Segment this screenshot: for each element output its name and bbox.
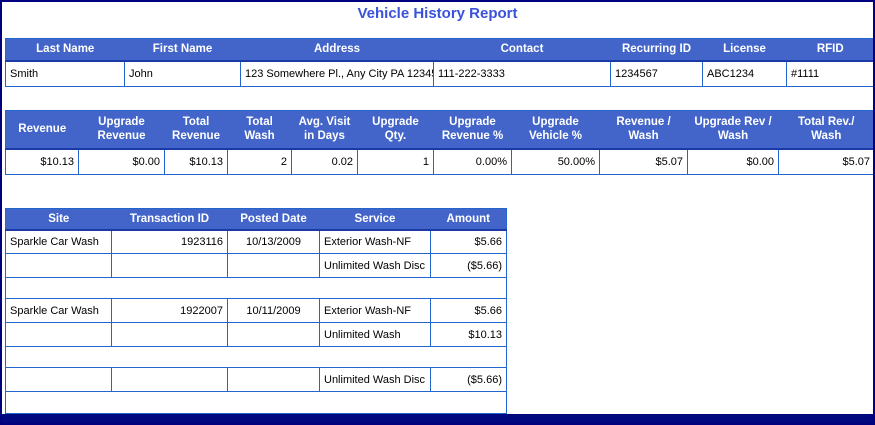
cell-license: ABC1234 xyxy=(703,61,787,87)
summary-header-row: Revenue Upgrade Revenue Total Revenue To… xyxy=(6,111,875,149)
cell-first-name: John xyxy=(125,61,241,87)
header-total-wash: Total Wash xyxy=(228,111,292,149)
header-upgrade-qty: Upgrade Qty. xyxy=(358,111,434,149)
cell-posted-date xyxy=(228,254,320,278)
cell-site xyxy=(6,323,112,347)
header-upgrade-revenue: Upgrade Revenue xyxy=(79,111,165,149)
summary-data-row: $10.13 $0.00 $10.13 2 0.02 1 0.00% 50.00… xyxy=(6,149,875,175)
cell-transaction-id: 1922007 xyxy=(112,299,228,323)
header-revenue: Revenue xyxy=(6,111,79,149)
transaction-row: Sparkle Car Wash 1923116 10/13/2009 Exte… xyxy=(6,230,507,254)
cell-contact: 111-222-3333 xyxy=(434,61,611,87)
spacer-row xyxy=(6,347,507,368)
cell-amount: ($5.66) xyxy=(431,368,507,392)
header-upgrade-vehicle-pct: Upgrade Vehicle % xyxy=(512,111,600,149)
cell-upgrade-revenue-pct: 0.00% xyxy=(434,149,512,175)
header-avg-visit-in-days: Avg. Visit in Days xyxy=(292,111,358,149)
cell-address: 123 Somewhere Pl., Any City PA 12345 xyxy=(241,61,434,87)
page-title: Vehicle History Report xyxy=(2,5,873,22)
header-upgrade-rev-per-wash: Upgrade Rev / Wash xyxy=(688,111,779,149)
header-contact: Contact xyxy=(434,39,611,61)
header-license: License xyxy=(703,39,787,61)
cell-amount: $5.66 xyxy=(431,299,507,323)
cell-total-rev-per-wash: $5.07 xyxy=(779,149,875,175)
header-amount: Amount xyxy=(431,209,507,230)
customer-header-row: Last Name First Name Address Contact Rec… xyxy=(6,39,875,61)
transaction-row: Unlimited Wash Disc ($5.66) xyxy=(6,368,507,392)
cell-service: Unlimited Wash xyxy=(320,323,431,347)
cell-service: Exterior Wash-NF xyxy=(320,299,431,323)
transaction-row: Sparkle Car Wash 1922007 10/11/2009 Exte… xyxy=(6,299,507,323)
cell-revenue-per-wash: $5.07 xyxy=(600,149,688,175)
header-last-name: Last Name xyxy=(6,39,125,61)
header-total-rev-per-wash: Total Rev./ Wash xyxy=(779,111,875,149)
transactions-table: Site Transaction ID Posted Date Service … xyxy=(5,208,507,414)
cell-rfid: #1111 xyxy=(787,61,875,87)
cell-posted-date xyxy=(228,368,320,392)
header-revenue-per-wash: Revenue / Wash xyxy=(600,111,688,149)
cell-site xyxy=(6,254,112,278)
revenue-summary-table: Revenue Upgrade Revenue Total Revenue To… xyxy=(5,110,875,175)
cell-transaction-id: 1923116 xyxy=(112,230,228,254)
cell-site xyxy=(6,368,112,392)
header-site: Site xyxy=(6,209,112,230)
cell-posted-date xyxy=(228,323,320,347)
cell-upgrade-rev-per-wash: $0.00 xyxy=(688,149,779,175)
cell-upgrade-qty: 1 xyxy=(358,149,434,175)
cell-amount: $5.66 xyxy=(431,230,507,254)
bottom-navy-bar xyxy=(0,414,875,425)
header-recurring-id: Recurring ID xyxy=(611,39,703,61)
cell-upgrade-vehicle-pct: 50.00% xyxy=(512,149,600,175)
header-service: Service xyxy=(320,209,431,230)
cell-amount: ($5.66) xyxy=(431,254,507,278)
header-posted-date: Posted Date xyxy=(228,209,320,230)
cell-avg-visit-in-days: 0.02 xyxy=(292,149,358,175)
customer-data-row: Smith John 123 Somewhere Pl., Any City P… xyxy=(6,61,875,87)
cell-service: Unlimited Wash Disc xyxy=(320,368,431,392)
cell-site: Sparkle Car Wash xyxy=(6,299,112,323)
cell-site: Sparkle Car Wash xyxy=(6,230,112,254)
cell-total-wash: 2 xyxy=(228,149,292,175)
cell-service: Exterior Wash-NF xyxy=(320,230,431,254)
header-upgrade-revenue-pct: Upgrade Revenue % xyxy=(434,111,512,149)
header-total-revenue: Total Revenue xyxy=(165,111,228,149)
transaction-row: Unlimited Wash $10.13 xyxy=(6,323,507,347)
cell-revenue: $10.13 xyxy=(6,149,79,175)
cell-posted-date: 10/11/2009 xyxy=(228,299,320,323)
cell-posted-date: 10/13/2009 xyxy=(228,230,320,254)
header-address: Address xyxy=(241,39,434,61)
transaction-row: Unlimited Wash Disc ($5.66) xyxy=(6,254,507,278)
spacer-row xyxy=(6,392,507,414)
spacer-cell xyxy=(6,278,507,299)
header-first-name: First Name xyxy=(125,39,241,61)
cell-transaction-id xyxy=(112,323,228,347)
cell-total-revenue: $10.13 xyxy=(165,149,228,175)
cell-upgrade-revenue: $0.00 xyxy=(79,149,165,175)
cell-transaction-id xyxy=(112,368,228,392)
header-rfid: RFID xyxy=(787,39,875,61)
spacer-row xyxy=(6,278,507,299)
cell-transaction-id xyxy=(112,254,228,278)
vehicle-history-report-page: Vehicle History Report Last Name First N… xyxy=(0,0,875,425)
cell-recurring-id: 1234567 xyxy=(611,61,703,87)
cell-service: Unlimited Wash Disc xyxy=(320,254,431,278)
header-transaction-id: Transaction ID xyxy=(112,209,228,230)
cell-amount: $10.13 xyxy=(431,323,507,347)
spacer-cell xyxy=(6,392,507,414)
customer-info-table: Last Name First Name Address Contact Rec… xyxy=(5,38,875,87)
transactions-header-row: Site Transaction ID Posted Date Service … xyxy=(6,209,507,230)
spacer-cell xyxy=(6,347,507,368)
cell-last-name: Smith xyxy=(6,61,125,87)
